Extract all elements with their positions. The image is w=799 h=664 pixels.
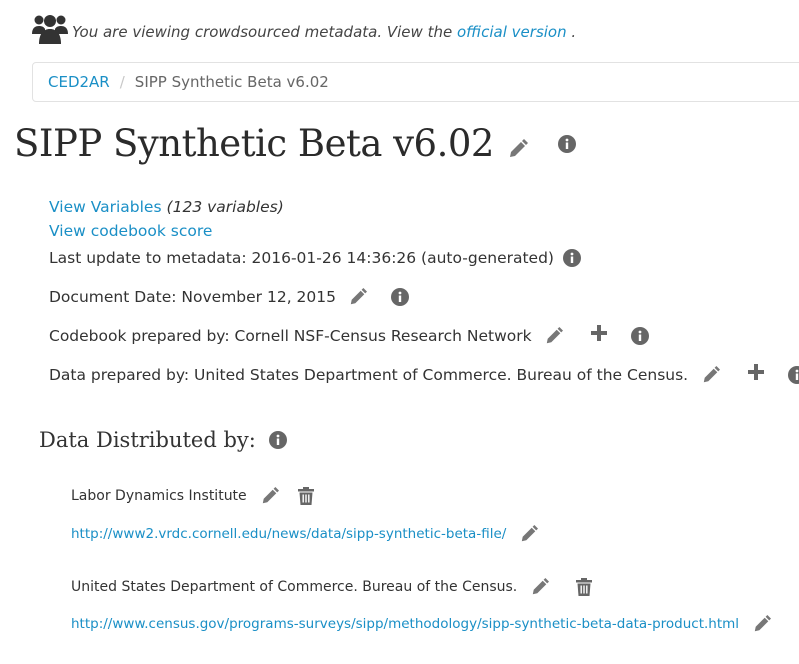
- pencil-icon[interactable]: [261, 487, 279, 505]
- distributor-name: Labor Dynamics Institute: [71, 488, 247, 504]
- plus-icon[interactable]: [590, 325, 607, 341]
- pencil-icon[interactable]: [520, 525, 539, 543]
- distributor-name-row: United States Department of Commerce. Bu…: [71, 578, 593, 596]
- distributor-url-row: http://www.census.gov/programs-surveys/s…: [71, 615, 772, 633]
- document-date-text: Document Date: November 12, 2015: [49, 288, 337, 306]
- pencil-icon[interactable]: [508, 138, 528, 159]
- view-variables-link[interactable]: View Variables: [49, 198, 162, 216]
- crowdsource-banner: You are viewing crowdsourced metadata. V…: [32, 12, 576, 44]
- distributor-url-link[interactable]: http://www2.vrdc.cornell.edu/news/data/s…: [71, 526, 506, 542]
- codebook-prepared-row: Codebook prepared by: Cornell NSF-Census…: [49, 325, 649, 345]
- distributor-url-link[interactable]: http://www.census.gov/programs-surveys/s…: [71, 616, 739, 632]
- page-title: SIPP Synthetic Beta v6.02: [14, 122, 494, 165]
- breadcrumb: CED2AR / SIPP Synthetic Beta v6.02: [32, 62, 799, 102]
- pencil-icon[interactable]: [545, 327, 563, 345]
- breadcrumb-current: SIPP Synthetic Beta v6.02: [134, 73, 329, 91]
- info-circle-icon[interactable]: [268, 431, 287, 449]
- trash-icon[interactable]: [576, 578, 593, 596]
- pencil-icon[interactable]: [349, 288, 368, 306]
- banner-message: You are viewing crowdsourced metadata. V…: [72, 23, 577, 41]
- title-row: SIPP Synthetic Beta v6.02: [14, 122, 576, 165]
- view-variables-row: View Variables (123 variables): [49, 198, 284, 216]
- view-codebook-score-link[interactable]: View codebook score: [49, 222, 212, 240]
- info-circle-icon[interactable]: [557, 134, 576, 153]
- pencil-icon[interactable]: [531, 578, 550, 596]
- breadcrumb-separator: /: [119, 73, 125, 91]
- breadcrumb-root-link[interactable]: CED2AR: [48, 73, 110, 91]
- official-version-link[interactable]: official version: [457, 23, 567, 41]
- info-circle-icon[interactable]: [391, 288, 410, 306]
- codebook-prepared-text: Codebook prepared by: Cornell NSF-Census…: [49, 327, 532, 345]
- variable-count: (123 variables): [166, 198, 284, 216]
- data-prepared-row: Data prepared by: United States Departme…: [49, 364, 799, 384]
- last-update-row: Last update to metadata: 2016-01-26 14:3…: [49, 249, 581, 267]
- data-prepared-text: Data prepared by: United States Departme…: [49, 366, 689, 384]
- pencil-icon[interactable]: [702, 366, 721, 384]
- distributor-url-row: http://www2.vrdc.cornell.edu/news/data/s…: [71, 525, 539, 543]
- distributor-name-row: Labor Dynamics Institute: [71, 487, 314, 505]
- last-update-text: Last update to metadata: 2016-01-26 14:3…: [49, 249, 554, 267]
- users-icon: [32, 12, 68, 44]
- info-circle-icon[interactable]: [788, 366, 799, 384]
- distribution-heading: Data Distributed by:: [39, 428, 256, 452]
- trash-icon[interactable]: [297, 487, 314, 505]
- info-circle-icon[interactable]: [630, 327, 649, 345]
- info-circle-icon[interactable]: [562, 249, 581, 267]
- distribution-heading-row: Data Distributed by:: [39, 428, 287, 452]
- pencil-icon[interactable]: [753, 615, 772, 633]
- document-date-row: Document Date: November 12, 2015: [49, 288, 410, 306]
- plus-icon[interactable]: [748, 364, 765, 380]
- view-score-row: View codebook score: [49, 222, 212, 240]
- distributor-name: United States Department of Commerce. Bu…: [71, 579, 518, 595]
